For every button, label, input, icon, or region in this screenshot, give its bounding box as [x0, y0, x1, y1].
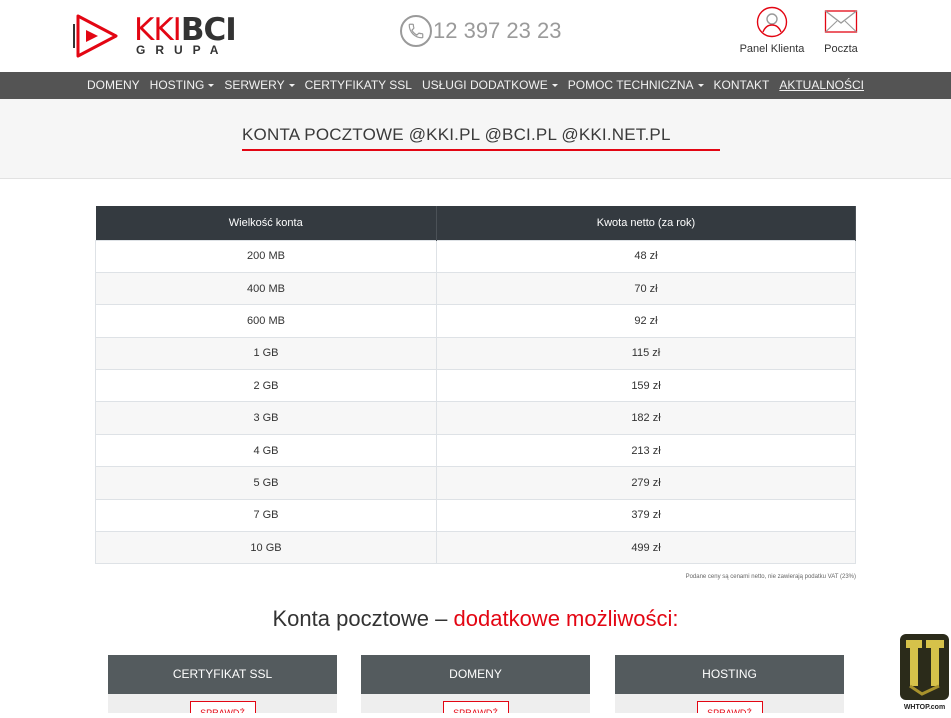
- nav-item-pomoc-techniczna[interactable]: POMOC TECHNICZNA: [563, 72, 709, 99]
- card-domeny: DOMENY SPRAWDŹ: [361, 655, 590, 713]
- extras-title: Konta pocztowe – dodatkowe możliwości:: [272, 606, 679, 631]
- price-cell: 48 zł: [436, 239, 856, 273]
- page-hero: KONTA POCZTOWE @KKI.PL @BCI.PL @KKI.NET.…: [0, 99, 951, 179]
- price-cell: 115 zł: [436, 336, 856, 371]
- nav-item-hosting[interactable]: HOSTING: [145, 72, 220, 99]
- card-hosting: HOSTING SPRAWDŹ: [615, 655, 844, 713]
- poczta-label: Poczta: [824, 43, 858, 55]
- price-table: Wielkość konta Kwota netto (za rok) 200 …: [95, 206, 856, 565]
- size-cell: 10 GB: [95, 531, 437, 565]
- size-cell: 600 MB: [95, 304, 437, 338]
- vat-note: Podane ceny są cenami netto, nie zawiera…: [685, 574, 856, 580]
- table-header-row: Wielkość konta Kwota netto (za rok): [95, 206, 856, 240]
- sprawdz-button[interactable]: SPRAWDŹ: [696, 701, 763, 713]
- table-row: 7 GB 379 zł: [95, 498, 856, 533]
- phone-contact[interactable]: 12 397 23 23: [400, 14, 561, 48]
- card-certyfikat-ssl: CERTYFIKAT SSL SPRAWDŹ: [108, 655, 337, 713]
- title-underline: [242, 149, 720, 151]
- nav-item-aktualnosci[interactable]: AKTUALNOŚCI: [774, 72, 869, 99]
- logo-wordmark: KKIBCI: [134, 12, 237, 48]
- logo[interactable]: KKIBCI GRUPA: [72, 12, 242, 62]
- logo-subtitle: GRUPA: [136, 43, 229, 57]
- whtop-badge: WHTOP.com: [898, 628, 951, 713]
- table-row: 3 GB 182 zł: [95, 401, 856, 435]
- table-row: 600 MB 92 zł: [95, 304, 856, 338]
- phone-number: 12 397 23 23: [433, 18, 562, 43]
- table-row: 5 GB 279 zł: [95, 466, 856, 500]
- price-cell: 182 zł: [436, 401, 856, 435]
- user-icon: [756, 6, 788, 38]
- size-cell: 4 GB: [95, 433, 437, 468]
- size-cell: 200 MB: [95, 239, 437, 273]
- table-row: 2 GB 159 zł: [95, 369, 856, 403]
- panel-klienta-label: Panel Klienta: [739, 43, 805, 55]
- chevron-down-icon: [697, 84, 704, 88]
- size-cell: 2 GB: [95, 369, 437, 403]
- nav-item-kontakt[interactable]: KONTAKT: [709, 72, 775, 99]
- price-cell: 499 zł: [436, 531, 856, 565]
- price-cell: 92 zł: [436, 304, 856, 338]
- sprawdz-button[interactable]: SPRAWDŹ: [442, 701, 509, 713]
- svg-text:WHTOP.com: WHTOP.com: [904, 704, 945, 711]
- poczta-link[interactable]: Poczta: [816, 6, 866, 55]
- phone-icon: [400, 15, 432, 47]
- table-row: 4 GB 213 zł: [95, 433, 856, 468]
- chevron-down-icon: [551, 84, 558, 88]
- site-header: KKIBCI GRUPA 12 397 23 23 Panel Klienta: [0, 0, 951, 72]
- nav-item-domeny[interactable]: DOMENY: [82, 72, 145, 99]
- card-title: HOSTING: [615, 655, 844, 694]
- size-cell: 3 GB: [95, 401, 437, 435]
- table-row: 1 GB 115 zł: [95, 336, 856, 371]
- table-row: 200 MB 48 zł: [95, 239, 856, 273]
- column-header-price: Kwota netto (za rok): [436, 206, 856, 240]
- whtop-logo-icon: WHTOP.com: [900, 634, 949, 711]
- table-row: 10 GB 499 zł: [95, 531, 856, 565]
- chevron-down-icon: [288, 84, 295, 88]
- table-row: 400 MB 70 zł: [95, 271, 856, 306]
- size-cell: 7 GB: [95, 498, 437, 533]
- price-cell: 379 zł: [436, 498, 856, 533]
- nav-item-serwery[interactable]: SERWERY: [219, 72, 299, 99]
- price-cell: 159 zł: [436, 369, 856, 403]
- card-title: CERTYFIKAT SSL: [108, 655, 337, 694]
- chevron-down-icon: [208, 84, 215, 88]
- mail-icon: [824, 6, 858, 38]
- card-title: DOMENY: [361, 655, 590, 694]
- nav-item-certyfikaty-ssl[interactable]: CERTYFIKATY SSL: [300, 72, 417, 99]
- size-cell: 5 GB: [95, 466, 437, 500]
- sprawdz-button[interactable]: SPRAWDŹ: [189, 701, 256, 713]
- size-cell: 1 GB: [95, 336, 437, 371]
- page-title: KONTA POCZTOWE @KKI.PL @BCI.PL @KKI.NET.…: [242, 125, 671, 144]
- nav-item-uslugi-dodatkowe[interactable]: USŁUGI DODATKOWE: [417, 72, 563, 99]
- price-cell: 279 zł: [436, 466, 856, 500]
- price-cell: 213 zł: [436, 433, 856, 468]
- panel-klienta-link[interactable]: Panel Klienta: [738, 6, 806, 55]
- column-header-size: Wielkość konta: [95, 206, 437, 240]
- logo-play-icon: [73, 14, 118, 58]
- price-cell: 70 zł: [436, 271, 856, 306]
- size-cell: 400 MB: [95, 271, 437, 306]
- main-nav: DOMENY HOSTING SERWERY CERTYFIKATY SSL U…: [0, 72, 951, 99]
